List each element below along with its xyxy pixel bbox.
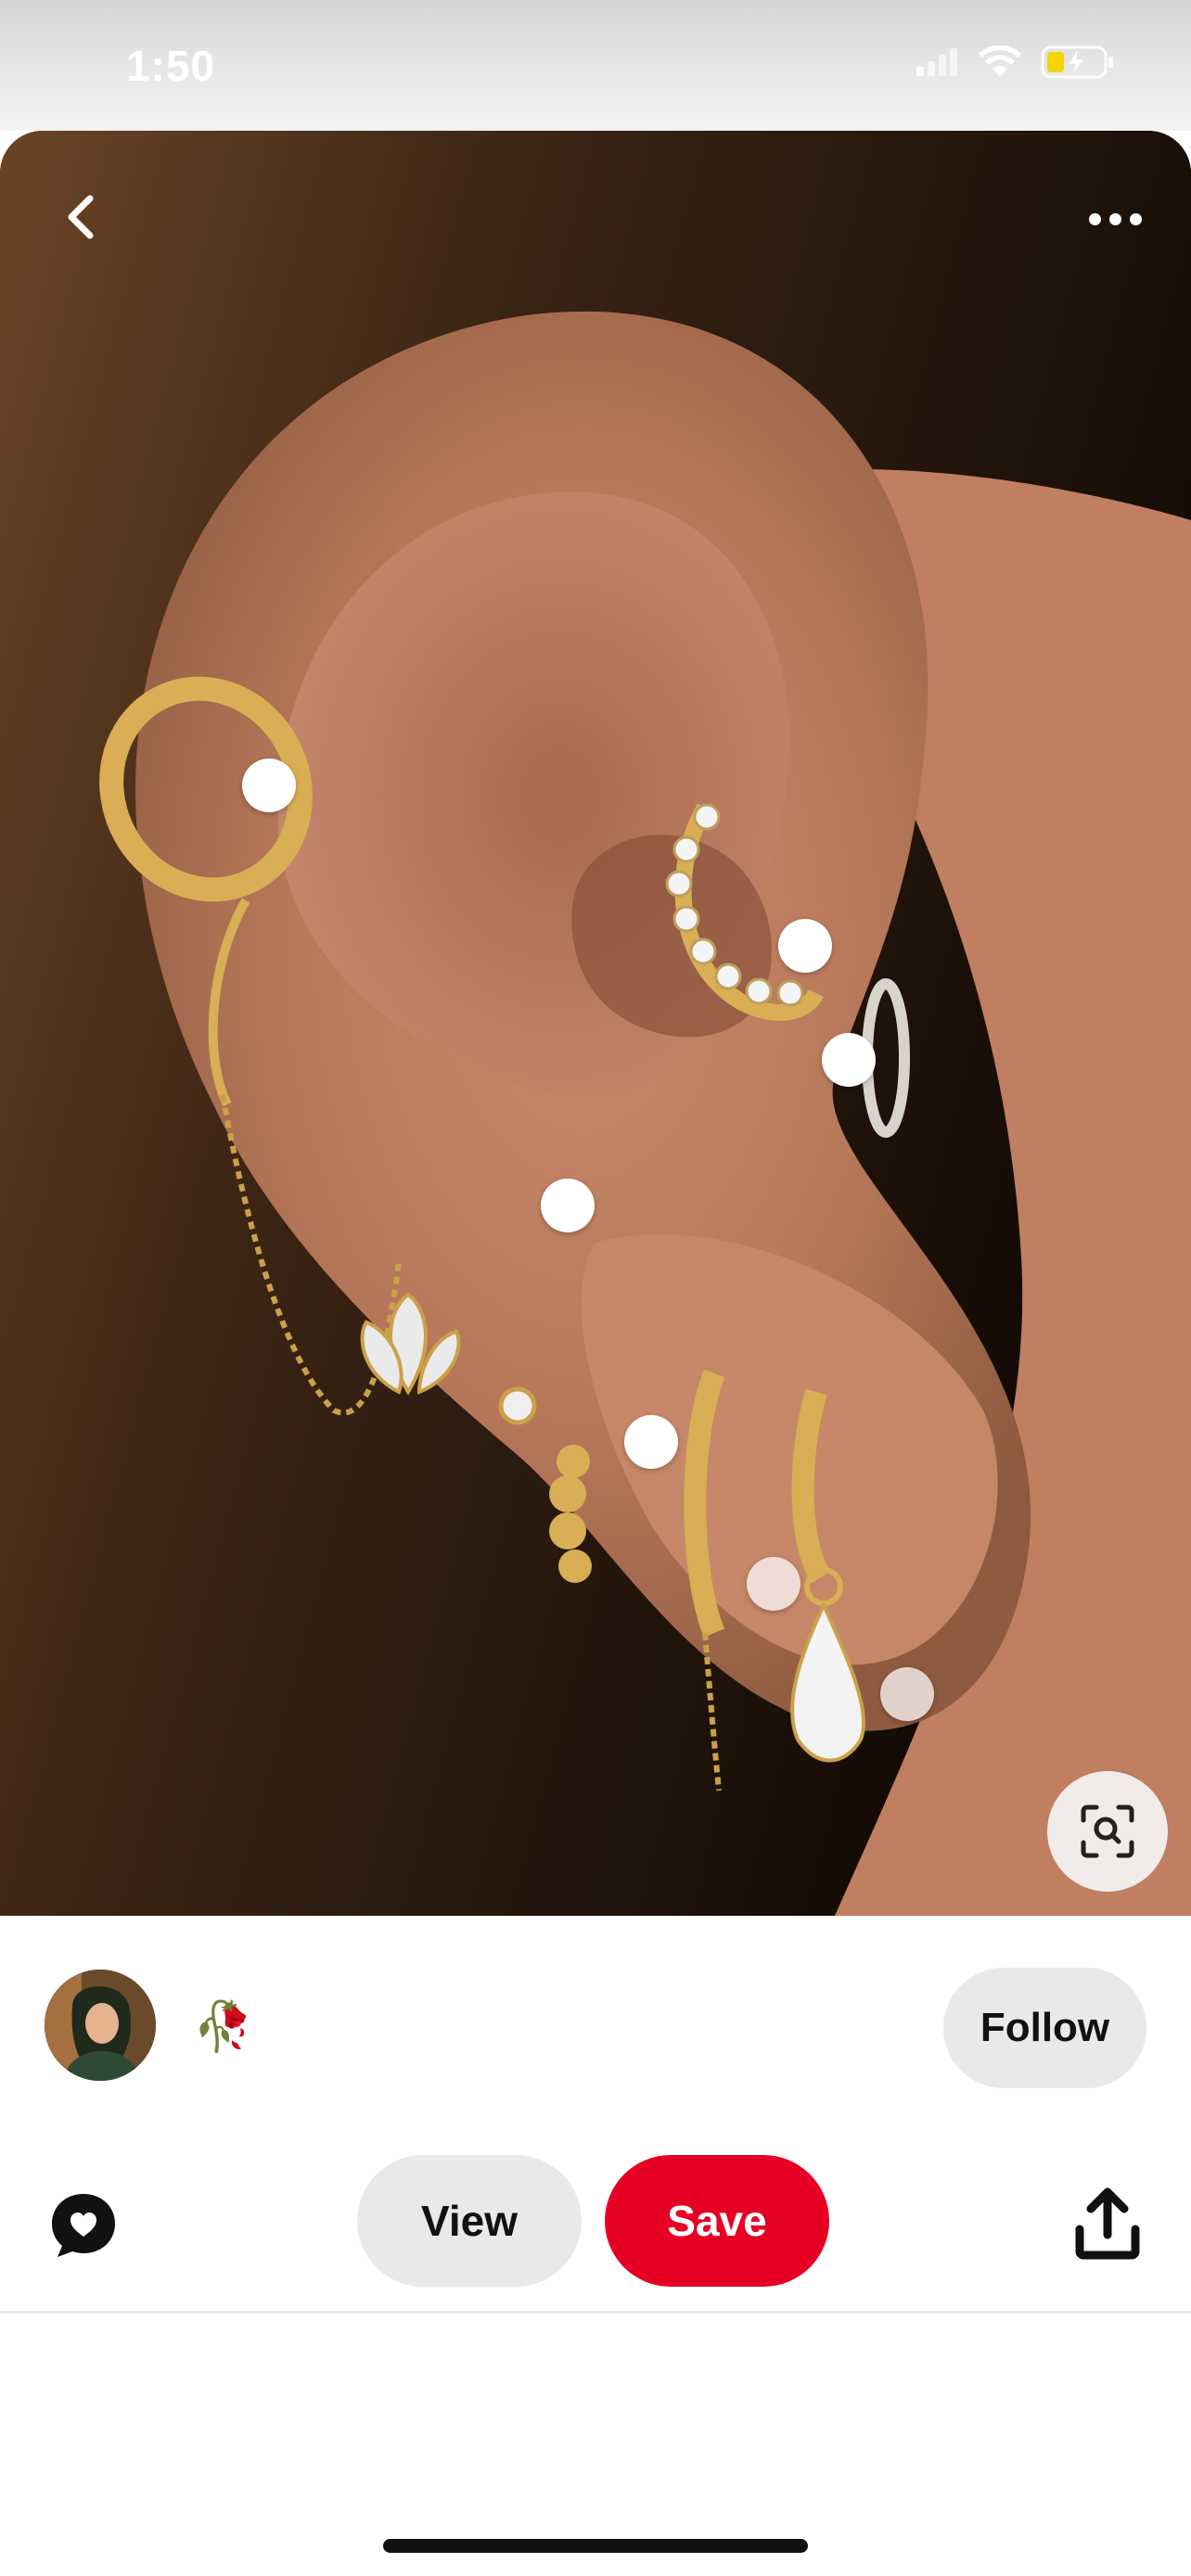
visual-search-button[interactable] [1047,1771,1168,1892]
home-indicator[interactable] [383,2539,808,2553]
creator-name[interactable]: 🥀 [193,1997,253,2057]
signal-icon [916,48,959,81]
more-options-icon [1088,212,1101,225]
product-hotspot[interactable] [880,1667,934,1721]
status-icons [916,45,1115,84]
product-hotspot[interactable] [242,759,296,812]
wifi-icon [978,45,1022,83]
share-button[interactable] [1074,2187,1141,2261]
view-button[interactable]: View [357,2155,582,2287]
back-button[interactable] [48,185,113,249]
follow-button[interactable]: Follow [943,1968,1146,2088]
save-button[interactable]: Save [605,2155,829,2287]
creator-row: 🥀 Follow [0,1916,1191,2138]
visual-search-icon [1081,1804,1134,1858]
more-options-button[interactable] [1078,186,1152,251]
status-time: 1:50 [126,42,216,90]
pin-detail-screen: 1:50 🥀 Follow View Save [0,0,1191,2576]
product-hotspot[interactable] [747,1557,800,1611]
action-bar: View Save [0,2138,1191,2314]
back-arrow-icon [68,195,94,239]
ear-photo [0,131,1191,1916]
product-hotspot[interactable] [541,1179,595,1232]
share-icon [1075,2187,1140,2260]
avatar[interactable] [45,1970,156,2081]
battery-charging-icon [1041,45,1115,84]
pin-image[interactable] [0,131,1191,1916]
product-hotspot[interactable] [822,1033,876,1087]
avatar-image [45,1970,156,2081]
comment-button[interactable] [48,2190,119,2261]
product-hotspot[interactable] [624,1415,678,1469]
product-hotspot[interactable] [778,919,832,973]
comment-heart-icon [52,2194,115,2257]
status-bar: 1:50 [0,0,1191,131]
